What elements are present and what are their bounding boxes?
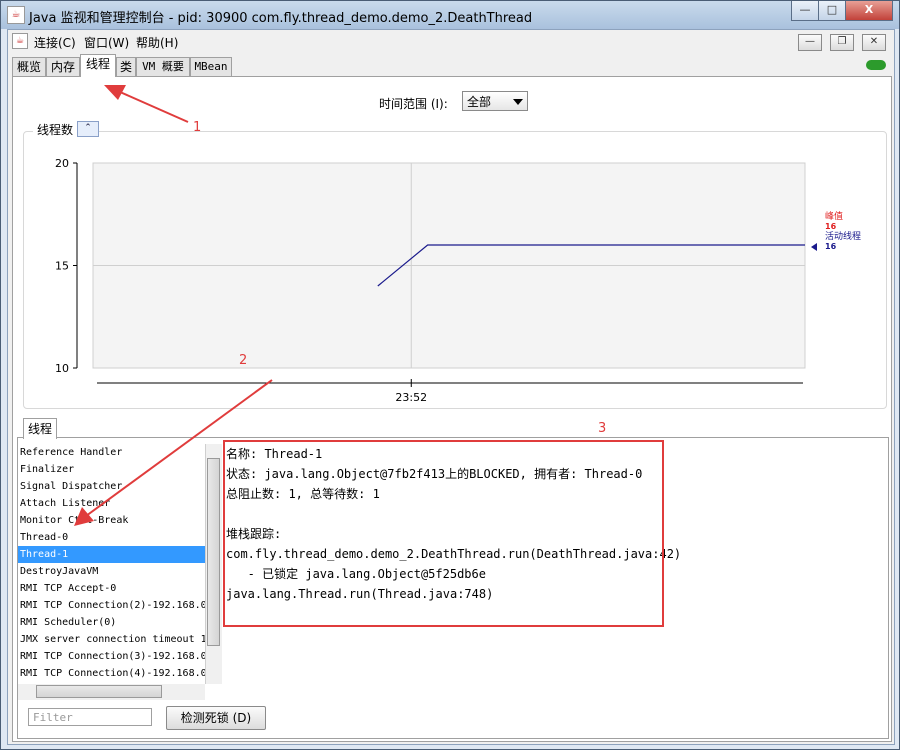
- annotation-number-2: 2: [239, 353, 248, 368]
- annotation-highlight-box: [223, 440, 664, 627]
- annotation-number-1: 1: [193, 120, 202, 135]
- annotation-arrowhead-2: [74, 507, 94, 526]
- tab-thread-list[interactable]: 线程: [23, 418, 57, 439]
- annotation-number-3: 3: [598, 421, 607, 436]
- annotation-overlay: [74, 85, 273, 526]
- tab-threads[interactable]: 线程: [80, 54, 116, 77]
- annotation-arrow-1: [119, 91, 189, 123]
